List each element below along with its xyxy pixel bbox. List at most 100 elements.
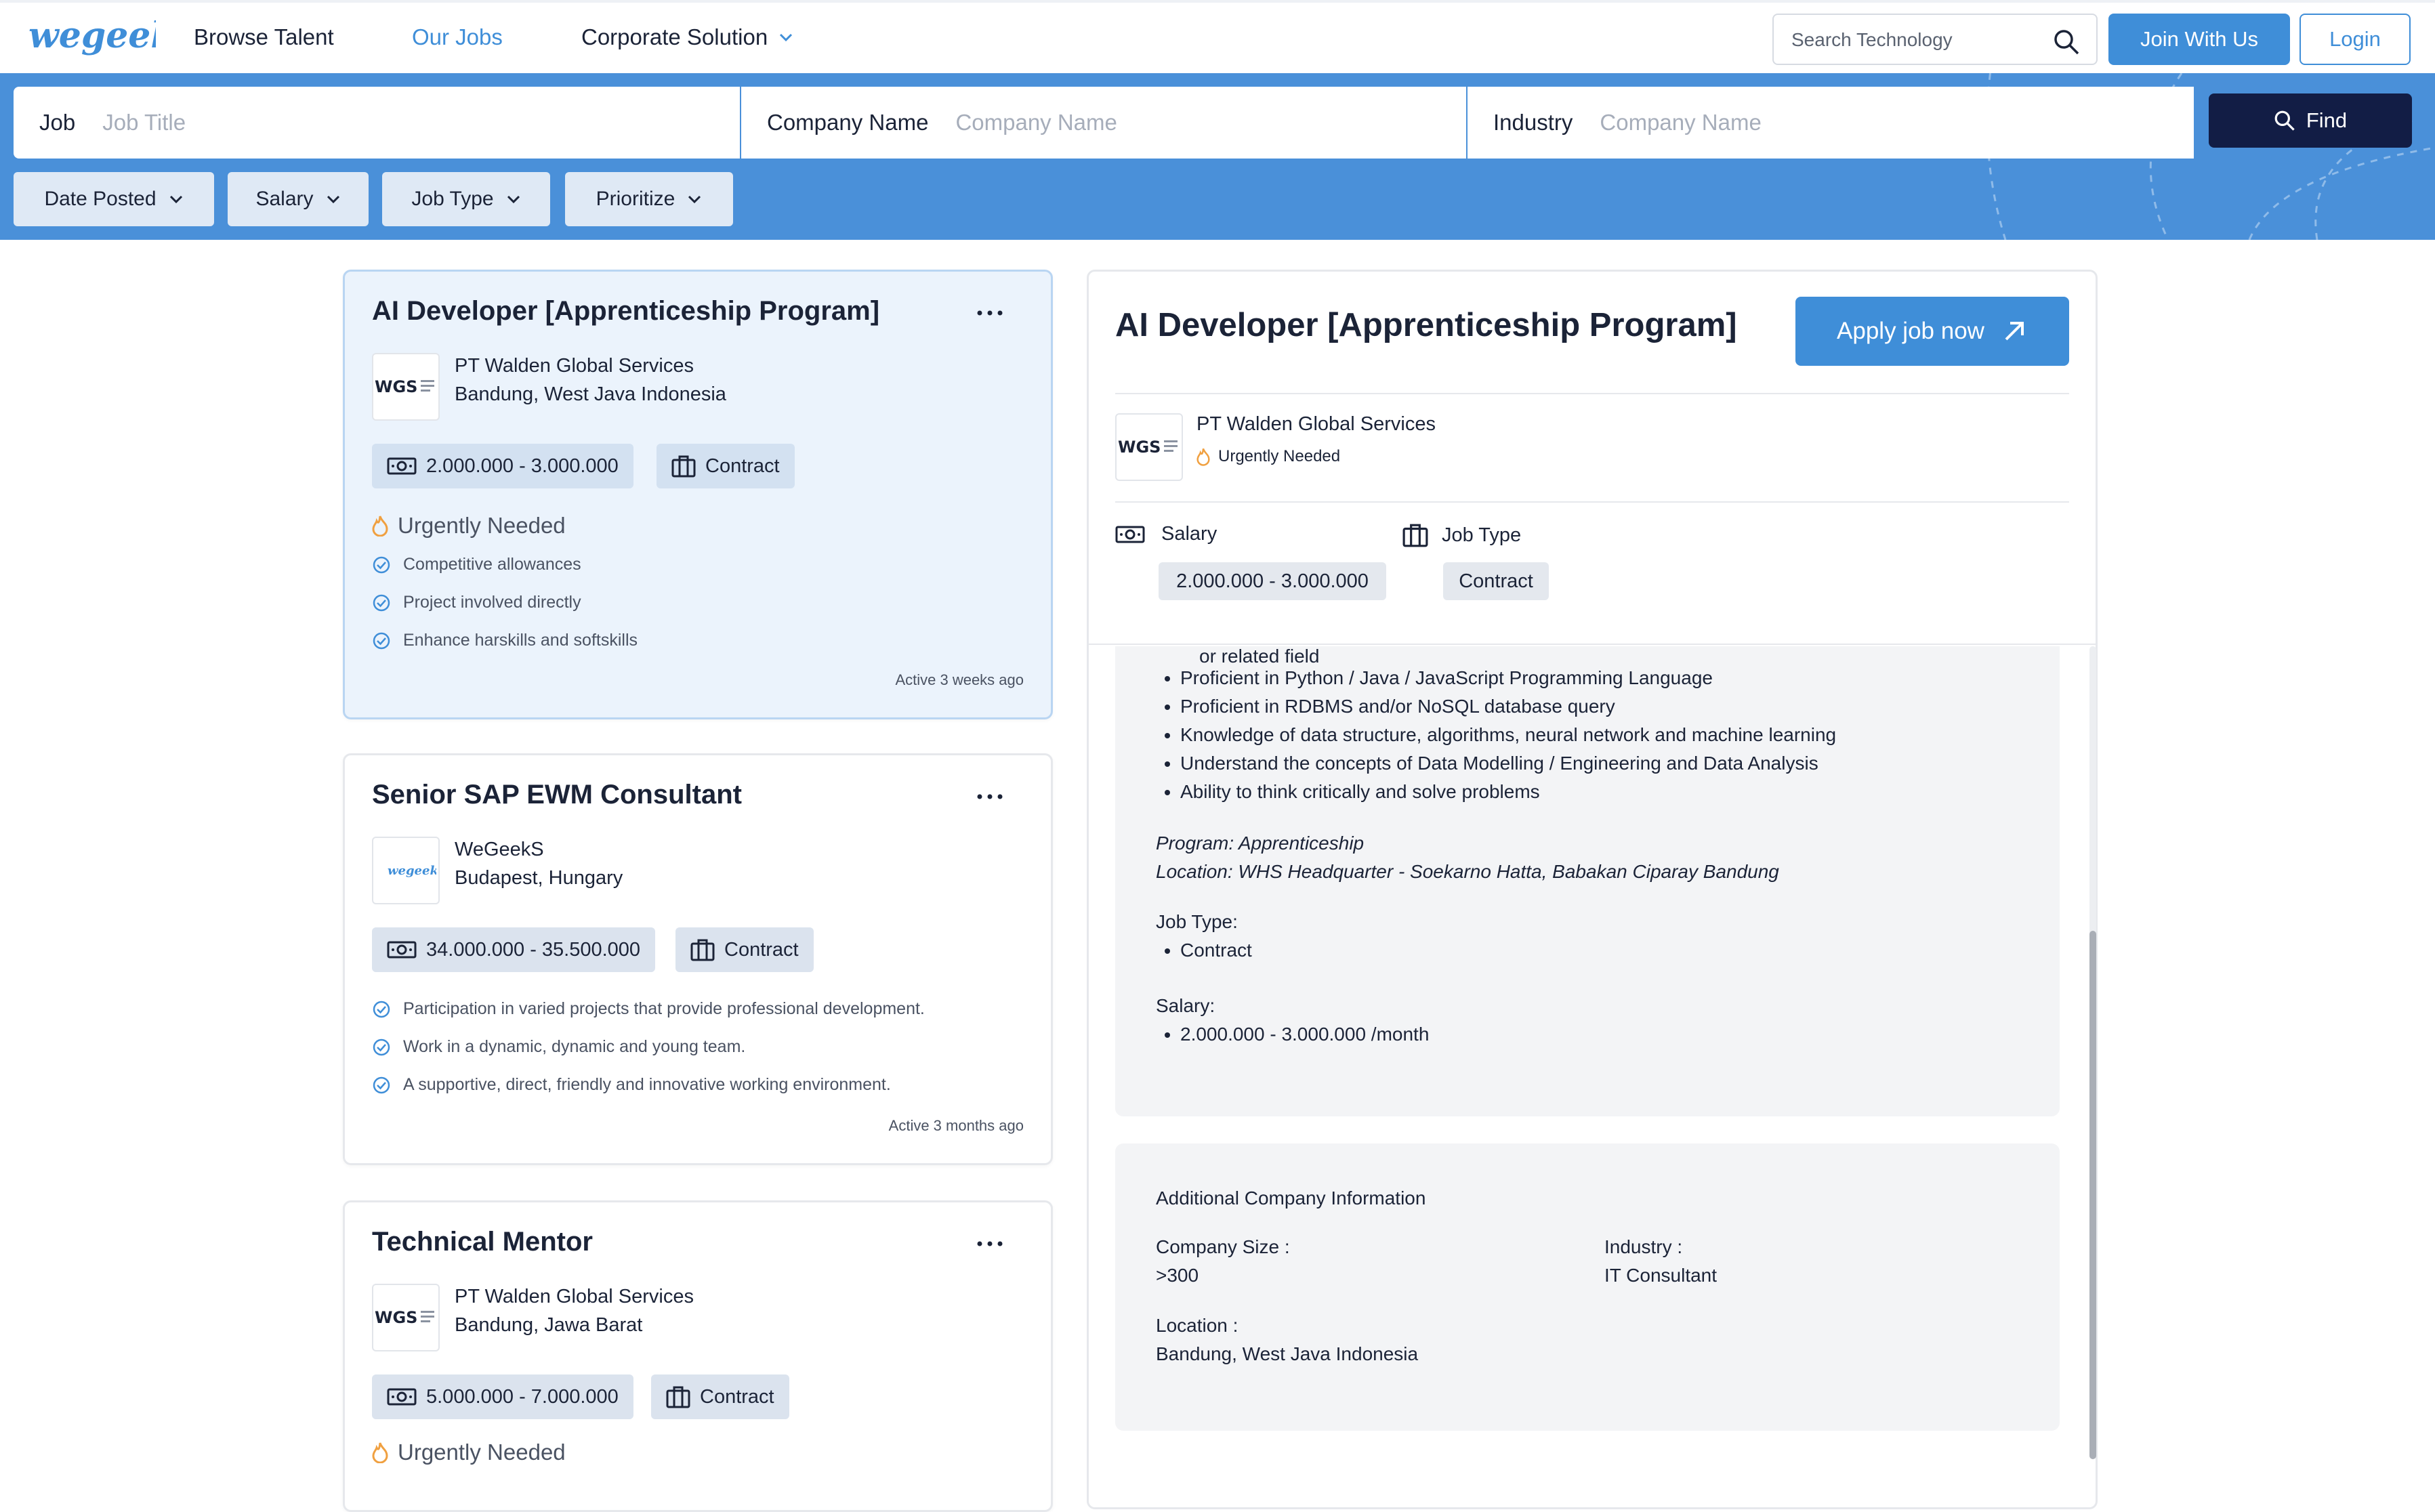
salary-heading: Salary xyxy=(1161,523,1218,545)
salary-range: 34.000.000 - 35.500.000 xyxy=(426,938,641,961)
join-button[interactable]: Join With Us xyxy=(2108,14,2290,65)
detail-job-type-label: Job Type xyxy=(1402,523,1521,547)
company-size-value: >300 xyxy=(1156,1265,1199,1286)
job-card-ai-developer[interactable]: AI Developer [Apprenticeship Program] WG… xyxy=(343,270,1053,719)
company-name-input[interactable] xyxy=(954,109,1337,136)
detail-salary-label: Salary xyxy=(1115,523,1217,545)
industry-label: Industry : xyxy=(1604,1236,1683,1257)
job-type-badge: Contract xyxy=(657,444,795,488)
requirement-item: Ability to think critically and solve pr… xyxy=(1180,778,1836,806)
filter-salary[interactable]: Salary xyxy=(228,172,369,226)
nav-corporate-solution[interactable]: Corporate Solution xyxy=(581,22,793,53)
requirement-item: Proficient in RDBMS and/or NoSQL databas… xyxy=(1180,692,1836,721)
detail-job-type-value: Contract xyxy=(1443,562,1549,600)
perk-text: A supportive, direct, friendly and innov… xyxy=(403,1075,891,1094)
active-time: Active 3 months ago xyxy=(888,1117,1024,1134)
divider xyxy=(1115,501,2069,503)
fire-icon xyxy=(1196,448,1210,466)
detail-salary-value: 2.000.000 - 3.000.000 xyxy=(1159,562,1386,600)
perk-text: Enhance harskills and softskills xyxy=(403,631,638,650)
check-circle-icon xyxy=(373,556,390,573)
divider xyxy=(1087,644,2098,645)
filter-prioritize[interactable]: Prioritize xyxy=(565,172,733,226)
urgent-tag: Urgently Needed xyxy=(372,1440,566,1465)
filter-label: Date Posted xyxy=(44,188,157,210)
company-name: WeGeekS xyxy=(455,839,544,860)
briefcase-icon xyxy=(1402,524,1428,547)
job-type-heading: Job Type xyxy=(1442,524,1522,546)
industry-label: Industry xyxy=(1493,110,1573,135)
requirement-item: Knowledge of data structure, algorithms,… xyxy=(1180,721,1836,749)
nav-browse-talent[interactable]: Browse Talent xyxy=(194,22,334,53)
detail-company-logo: WGS xyxy=(1115,413,1183,481)
detail-urgent-tag: Urgently Needed xyxy=(1196,447,1340,466)
job-type-badge: Contract xyxy=(675,927,814,972)
perk-item: Enhance harskills and softskills xyxy=(372,631,638,650)
more-options-icon[interactable] xyxy=(976,310,1003,316)
salary-badge: 2.000.000 - 3.000.000 xyxy=(372,444,633,488)
salary-section: Salary: 2.000.000 - 3.000.000 /month xyxy=(1156,992,1429,1049)
job-type: Contract xyxy=(705,455,780,477)
job-title: Technical Mentor xyxy=(372,1227,593,1257)
detail-scrollbar-thumb[interactable] xyxy=(2089,931,2096,1459)
logo-text: wegeeks xyxy=(28,15,156,56)
perk-item: A supportive, direct, friendly and innov… xyxy=(372,1075,891,1095)
divider xyxy=(1115,393,2069,394)
salary-range: 5.000.000 - 7.000.000 xyxy=(426,1385,619,1408)
more-options-icon[interactable] xyxy=(976,793,1003,800)
job-location: Bandung, Jawa Barat xyxy=(455,1314,643,1336)
svg-text:WGS: WGS xyxy=(375,377,417,396)
search-icon[interactable] xyxy=(2053,28,2080,56)
company-logo: WGS xyxy=(372,353,440,421)
salary-badge: 34.000.000 - 35.500.000 xyxy=(372,927,656,972)
company-size-label: Company Size : xyxy=(1156,1236,1290,1257)
job-description: or related field Proficient in Python / … xyxy=(1115,646,2060,1116)
requirements-list: Proficient in Python / Java / JavaScript… xyxy=(1156,664,1836,806)
wegeeks-logo[interactable]: wegeeks xyxy=(27,5,195,66)
briefcase-icon xyxy=(666,1386,690,1408)
nav-corporate-label: Corporate Solution xyxy=(581,24,768,49)
chevron-down-icon xyxy=(507,195,520,204)
info-heading: Additional Company Information xyxy=(1156,1188,1426,1209)
filter-date-posted[interactable]: Date Posted xyxy=(14,172,214,226)
company-logo: wegeeks xyxy=(372,837,440,904)
arrow-up-right-icon xyxy=(2005,322,2024,341)
perk-text: Project involved directly xyxy=(403,593,581,612)
apply-job-button[interactable]: Apply job now xyxy=(1795,297,2069,366)
industry-field: Industry xyxy=(1468,87,2194,159)
svg-text:WGS: WGS xyxy=(1118,438,1161,457)
urgent-label: Urgently Needed xyxy=(398,1440,566,1465)
job-card-sap-ewm[interactable]: Senior SAP EWM Consultant wegeeks WeGeek… xyxy=(343,753,1053,1165)
nav-our-jobs[interactable]: Our Jobs xyxy=(412,22,503,53)
filter-label: Salary xyxy=(255,188,314,210)
job-card-technical-mentor[interactable]: Technical Mentor WGS PT Walden Global Se… xyxy=(343,1200,1053,1512)
industry-input[interactable] xyxy=(1598,109,1981,136)
perk-item: Work in a dynamic, dynamic and young tea… xyxy=(372,1037,745,1057)
login-button[interactable]: Login xyxy=(2299,14,2411,65)
job-title-field: Job xyxy=(14,87,740,159)
job-type-badge: Contract xyxy=(651,1374,789,1419)
perk-text: Work in a dynamic, dynamic and young tea… xyxy=(403,1037,746,1056)
job-type-section: Job Type: Contract xyxy=(1156,908,1252,965)
job-label: Job xyxy=(39,110,76,135)
job-title-input[interactable] xyxy=(101,109,484,136)
industry-value: IT Consultant xyxy=(1604,1265,1718,1286)
location-label: Location : xyxy=(1156,1315,1239,1336)
chevron-down-icon xyxy=(780,33,793,42)
perk-text: Participation in varied projects that pr… xyxy=(403,999,925,1018)
detail-company-name: PT Walden Global Services xyxy=(1196,413,1436,435)
find-label: Find xyxy=(2306,108,2348,132)
more-options-icon[interactable] xyxy=(976,1240,1003,1247)
filter-job-type[interactable]: Job Type xyxy=(382,172,550,226)
chevron-down-icon xyxy=(327,195,339,204)
fire-icon xyxy=(372,1442,388,1463)
search-technology-input[interactable] xyxy=(1790,26,2050,54)
urgent-label: Urgently Needed xyxy=(398,513,566,538)
svg-text:WGS: WGS xyxy=(375,1308,417,1327)
check-circle-icon xyxy=(373,632,390,649)
search-icon xyxy=(2274,110,2295,131)
money-icon xyxy=(387,1388,417,1406)
apply-label: Apply job now xyxy=(1837,318,1984,344)
technology-search xyxy=(1772,14,2098,65)
find-button[interactable]: Find xyxy=(2209,93,2412,148)
